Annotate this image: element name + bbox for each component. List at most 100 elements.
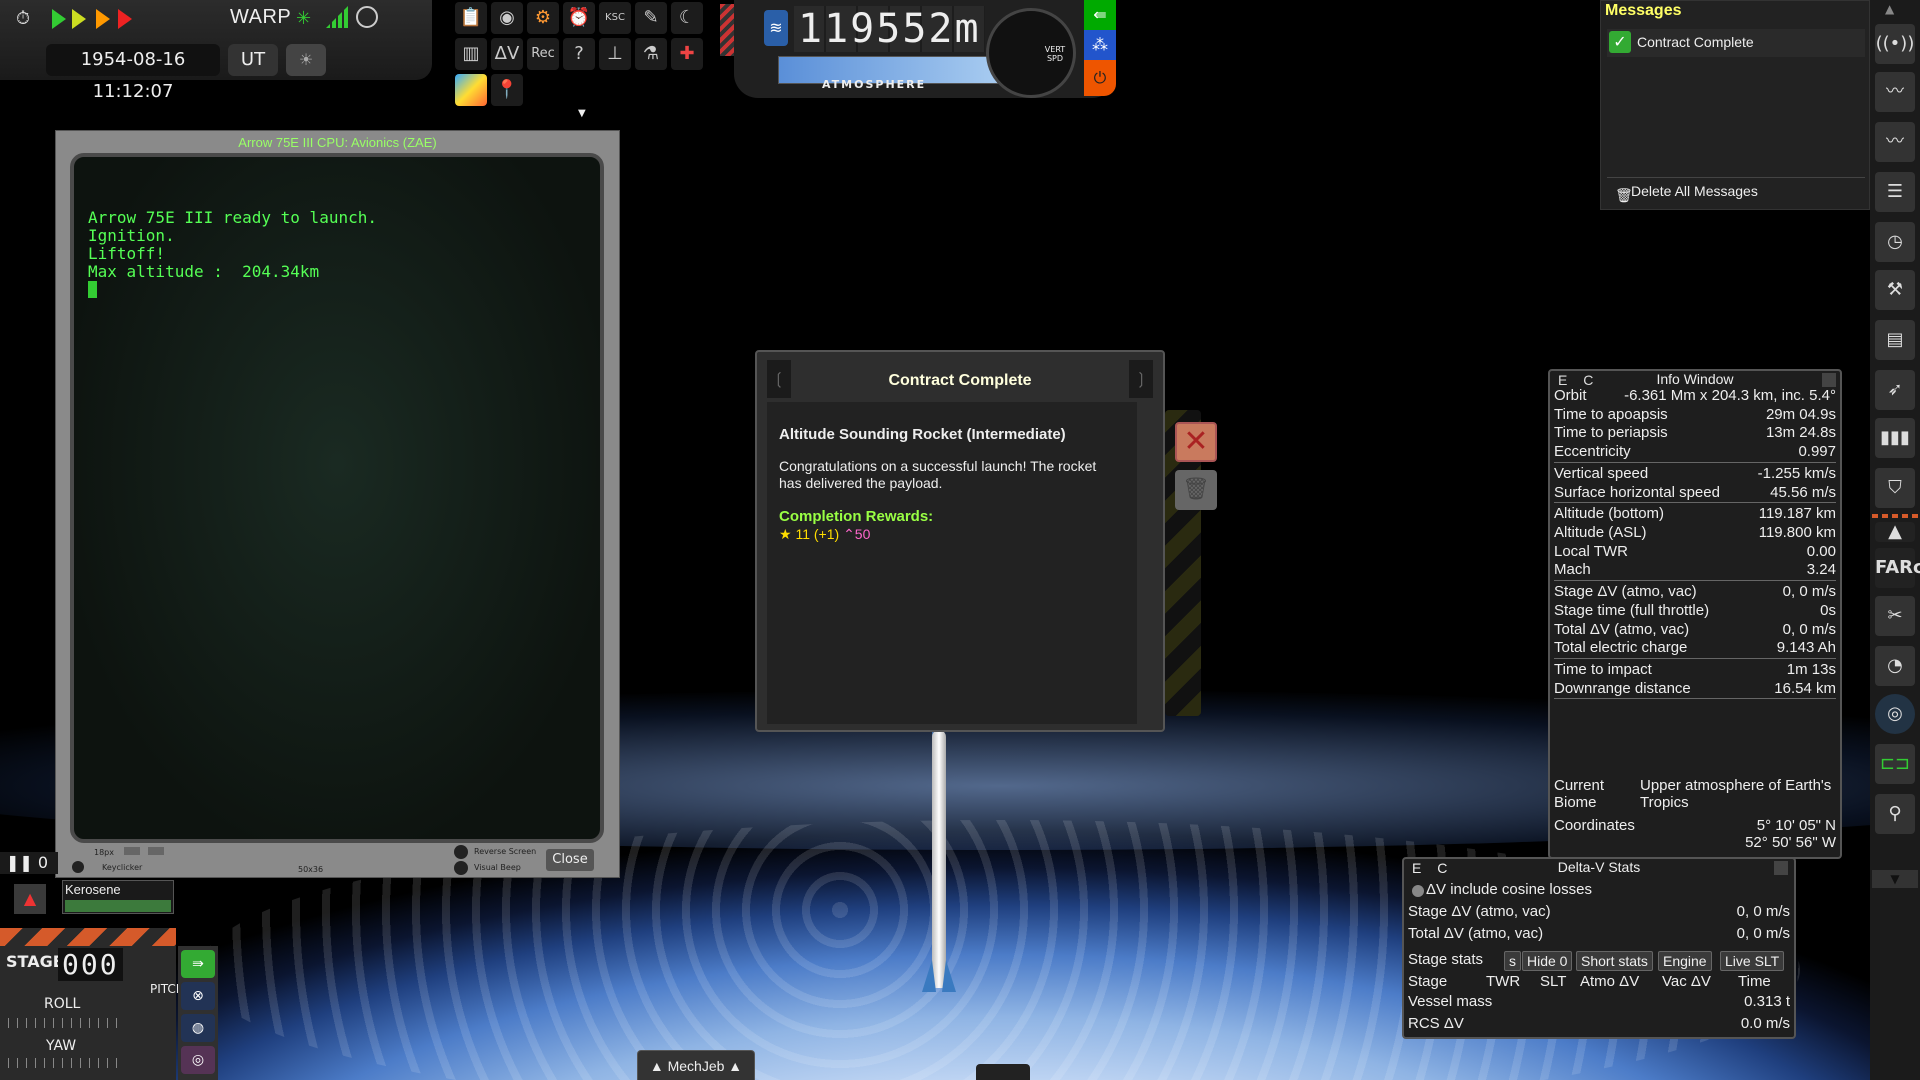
heartbeat-icon[interactable]: 〰 bbox=[1875, 72, 1915, 112]
stage-lock-icon[interactable]: ⇚ bbox=[1084, 0, 1116, 30]
warp-arrow-1-icon[interactable] bbox=[52, 9, 66, 29]
help-icon[interactable]: ? bbox=[563, 38, 595, 70]
tab-hide-0[interactable]: Hide 0 bbox=[1522, 951, 1573, 971]
map-mode-icon[interactable]: ◍ bbox=[181, 1014, 215, 1042]
delta-v-button[interactable]: ΔV bbox=[491, 38, 523, 70]
abort-icon[interactable]: ⏻ bbox=[1084, 60, 1116, 96]
info-row: Orbit -6.361 Mm x 204.3 km, inc. 5.4° bbox=[1554, 387, 1836, 407]
pen-icon[interactable]: ✎ bbox=[635, 2, 667, 34]
warp-arrow-3-icon[interactable] bbox=[96, 9, 110, 29]
crossed-tools-icon[interactable]: ✂ bbox=[1875, 596, 1915, 636]
tab-engine[interactable]: Engine bbox=[1658, 951, 1712, 971]
sun-icon[interactable]: ☀ bbox=[286, 44, 326, 76]
checkmark-icon: ✓ bbox=[1609, 31, 1631, 53]
globe-icon[interactable] bbox=[356, 6, 378, 28]
dv-minimize-button[interactable] bbox=[1774, 861, 1788, 875]
delete-all-messages-button[interactable]: 🗑 Delete All Messages bbox=[1607, 177, 1865, 203]
warp-arrow-4-icon[interactable] bbox=[118, 9, 132, 29]
moon-icon[interactable]: ☾ bbox=[671, 2, 703, 34]
info-separator bbox=[1554, 698, 1836, 699]
record-button[interactable]: Rec bbox=[527, 38, 559, 70]
map-icon[interactable] bbox=[455, 74, 487, 106]
info-window[interactable]: E C Info Window Orbit -6.361 Mm x 204.3 k… bbox=[1548, 369, 1842, 859]
bars-icon[interactable]: ▥ bbox=[455, 38, 487, 70]
rewards-values: ★ 11 (+1) ⌃50 bbox=[779, 526, 870, 543]
info-separator bbox=[1554, 580, 1836, 581]
tools-icon[interactable]: ⚒ bbox=[1875, 270, 1915, 310]
rocket-vessel[interactable] bbox=[932, 730, 946, 988]
tab-s[interactable]: s bbox=[1504, 951, 1521, 971]
messages-panel: Messages ✓ Contract Complete 🗑 Delete Al… bbox=[1600, 0, 1870, 210]
document-icon[interactable]: ▤ bbox=[1875, 320, 1915, 360]
antenna-icon[interactable]: ⊥ bbox=[599, 38, 631, 70]
pause-icon: ❚❚ bbox=[6, 853, 33, 872]
close-button[interactable]: Close bbox=[546, 849, 594, 871]
bottom-tab-handle[interactable] bbox=[976, 1064, 1030, 1080]
terminal-size-label: 50x36 bbox=[298, 865, 324, 874]
clipboard-icon[interactable]: 📋 bbox=[455, 2, 487, 34]
flask-icon[interactable]: ⚗ bbox=[635, 38, 667, 70]
alarm-clock-icon[interactable]: ⏰ bbox=[563, 2, 595, 34]
timer-icon[interactable]: ◷ bbox=[1875, 222, 1915, 262]
docking-mode-icon[interactable]: ⊗ bbox=[181, 982, 215, 1010]
visual-beep-toggle[interactable] bbox=[454, 861, 468, 875]
stage-pause-indicator[interactable]: ❚❚ 0 bbox=[0, 852, 58, 874]
list-icon[interactable]: ☰ bbox=[1875, 172, 1915, 212]
rpm-icon[interactable]: ◎ bbox=[1875, 694, 1915, 734]
camera-mode-buttons: ⇛ ⊗ ◍ ◎ bbox=[178, 946, 218, 1080]
rocket-icon[interactable]: ⚲ bbox=[1875, 794, 1915, 834]
reverse-screen-label: Reverse Screen bbox=[474, 847, 537, 856]
water-icon[interactable]: ≋ bbox=[764, 10, 788, 46]
ut-toggle-button[interactable]: UT bbox=[228, 44, 278, 76]
clock-icon[interactable]: ⏱ bbox=[12, 8, 34, 30]
scroll-down-icon[interactable]: ▼ bbox=[1872, 870, 1918, 888]
cursor-gear-icon[interactable]: ➶ bbox=[1875, 370, 1915, 410]
bracket-icon[interactable]: ⊏⊐ bbox=[1875, 744, 1915, 784]
waypoint-icon[interactable]: 📍 bbox=[491, 74, 523, 106]
sas-icon[interactable]: ⁂ bbox=[1084, 30, 1116, 60]
ticket-icon[interactable]: ⛉ bbox=[1875, 468, 1915, 508]
battery-icon[interactable]: ▮▮▮ bbox=[1875, 418, 1915, 458]
dismiss-close-icon[interactable]: ✕ bbox=[1175, 422, 1217, 462]
tab-short-stats[interactable]: Short stats bbox=[1576, 951, 1653, 971]
cosine-losses-checkbox[interactable] bbox=[1412, 885, 1424, 897]
keyclicker-toggle[interactable] bbox=[72, 861, 84, 873]
up-arrow-icon[interactable]: ▲ bbox=[1875, 522, 1915, 542]
mechjeb-button[interactable]: ▲ MechJeb ▲ bbox=[637, 1050, 755, 1080]
reverse-screen-toggle[interactable] bbox=[454, 845, 468, 859]
science-icon[interactable]: ✚ bbox=[671, 38, 703, 70]
font-plus-button[interactable] bbox=[148, 847, 164, 855]
dial-icon[interactable]: ◔ bbox=[1875, 646, 1915, 686]
kerbalism-icon[interactable]: KSC bbox=[599, 2, 631, 34]
warp-arrow-2-icon[interactable] bbox=[72, 9, 86, 29]
resource-fill-bar bbox=[65, 900, 171, 912]
font-minus-button[interactable] bbox=[124, 847, 140, 855]
antenna-signal-icon[interactable]: ((•)) bbox=[1875, 24, 1915, 64]
delta-v-window[interactable]: E C Delta-V Stats ΔV include cosine loss… bbox=[1402, 857, 1796, 1039]
tab-live-slt[interactable]: Live SLT bbox=[1720, 951, 1785, 971]
chevron-down-icon[interactable]: ▼ bbox=[578, 108, 586, 119]
warp-label: WARP bbox=[230, 6, 292, 28]
trash-icon[interactable]: 🗑 bbox=[1175, 470, 1217, 510]
hazard-stripes-bottom bbox=[0, 928, 176, 946]
maneuver-mode-icon[interactable]: ◎ bbox=[181, 1046, 215, 1074]
contract-complete-dialog: ❲ ❳ Contract Complete Altitude Sounding … bbox=[755, 350, 1165, 732]
terminal-screen[interactable]: Arrow 75E III ready to launch. Ignition.… bbox=[70, 153, 604, 843]
info-row-value: 1m 13s bbox=[1786, 661, 1836, 678]
info-row-value: 45.56 m/s bbox=[1770, 484, 1836, 501]
kos-cpu-window[interactable]: Arrow 75E III CPU: Avionics (ZAE) Arrow … bbox=[55, 130, 620, 878]
scroll-up-icon[interactable]: ▲ bbox=[1885, 2, 1894, 16]
info-row-value: 16.54 km bbox=[1774, 680, 1836, 697]
time-warp-bar: ⏱ WARP ✳ 1954-08-16 11:12:07 UT ☀ bbox=[0, 0, 432, 102]
reputation-icon: ⌃ bbox=[843, 526, 855, 542]
message-item[interactable]: ✓ Contract Complete bbox=[1607, 29, 1865, 57]
engineer-icon[interactable]: ⚙ bbox=[527, 2, 559, 34]
staging-mode-icon[interactable]: ⇛ bbox=[181, 950, 215, 978]
vert-spd-label: VERT SPD bbox=[1044, 45, 1066, 63]
column-atmo-dv: Atmo ΔV bbox=[1580, 973, 1640, 990]
kerbal-alarm-icon[interactable]: ◉ bbox=[491, 2, 523, 34]
minimize-button[interactable] bbox=[1822, 373, 1836, 387]
farc-button[interactable]: FARc bbox=[1875, 548, 1920, 588]
heartbeat-gear-icon[interactable]: 〰 bbox=[1875, 122, 1915, 162]
engine-stage-icon[interactable]: ▲ bbox=[14, 884, 46, 914]
